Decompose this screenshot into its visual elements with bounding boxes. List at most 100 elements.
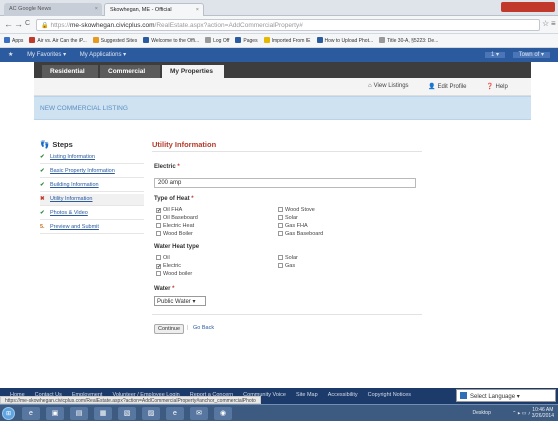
browser-tab-skowhegan[interactable]: Skowhegan, ME - Official ×: [104, 3, 204, 16]
taskbar-app-icon[interactable]: ▣: [46, 407, 64, 420]
tab-commercial[interactable]: Commercial: [100, 65, 160, 78]
water-select[interactable]: Public Water ▾: [154, 296, 206, 306]
url-input[interactable]: 🔒 https://me-skowhegan.civicplus.com/Real…: [36, 19, 540, 31]
checkbox-label: Electric: [163, 263, 182, 269]
desktop-toolbar[interactable]: Desktop: [473, 410, 491, 416]
checkbox-label: Solar: [285, 215, 298, 221]
checkbox-option[interactable]: Gas: [278, 263, 295, 269]
bookmark-label: Welcome to the Offi...: [151, 38, 200, 44]
bookmark-item[interactable]: Imported From IE: [263, 37, 311, 44]
browser-tab-bar: AC Google News × Skowhegan, ME - Official…: [0, 0, 558, 16]
checkbox[interactable]: [278, 263, 283, 268]
bookmark-label: Title 30-A, §5223: De...: [387, 38, 439, 44]
step-item[interactable]: ✖ Utility Information: [40, 194, 144, 206]
taskbar-app-icon[interactable]: e: [22, 407, 40, 420]
bookmark-item[interactable]: Air vs. Air Can the iP...: [29, 37, 87, 44]
checkbox-option[interactable]: Wood Boiler: [156, 231, 193, 237]
system-tray: Desktop ⌃ ▸ ▭ ♪ 10:46 AM 3/26/2014: [473, 407, 554, 419]
close-icon[interactable]: ×: [196, 7, 199, 13]
checkbox-option[interactable]: Electric Heat: [156, 223, 194, 229]
checkbox-option[interactable]: Gas Baseboard: [278, 231, 323, 237]
electric-field[interactable]: 200 amp: [154, 178, 416, 188]
check-icon: ✔: [40, 210, 45, 216]
step-item[interactable]: ✔ Photos & Video: [40, 208, 144, 220]
bookmark-item[interactable]: How to Upload Phot...: [316, 37, 373, 44]
edit-profile-link[interactable]: 👤 Edit Profile: [428, 83, 467, 90]
error-icon: ✖: [40, 196, 45, 202]
bookmark-item[interactable]: Welcome to the Offi...: [143, 37, 199, 44]
check-icon: ✔: [40, 168, 45, 174]
taskbar-app-icon[interactable]: ▦: [94, 407, 112, 420]
help-link[interactable]: ❓ Help: [486, 83, 508, 90]
checkbox[interactable]: [278, 223, 283, 228]
checkbox[interactable]: ✔: [156, 264, 161, 270]
browser-tab-google-news[interactable]: AC Google News ×: [4, 3, 102, 16]
taskbar-app-icon[interactable]: ▨: [142, 407, 160, 420]
star-icon[interactable]: ☆: [542, 19, 549, 28]
clock[interactable]: 10:46 AM 3/26/2014: [532, 407, 554, 419]
checkbox-option[interactable]: Gas FHA: [278, 223, 308, 229]
checkbox[interactable]: [156, 215, 161, 220]
listing-form-area: 👣 Steps ✔ Listing Information ✔ Basic Proper…: [34, 120, 531, 388]
bookmark-label: Imported From IE: [271, 38, 311, 44]
bookmarks-bar: Apps Air vs. Air Can the iP... Suggested S…: [0, 34, 558, 48]
step-item[interactable]: ✔ Basic Property Information: [40, 166, 144, 178]
checkbox[interactable]: [278, 255, 283, 260]
checkbox[interactable]: [156, 231, 161, 236]
town-dropdown[interactable]: Town of ▾: [512, 52, 550, 58]
water-heat-label: Water Heat type: [154, 244, 200, 250]
footer-link[interactable]: Site Map: [296, 392, 318, 398]
checkbox-option[interactable]: Solar: [278, 255, 298, 261]
language-select[interactable]: Select Language ▾: [456, 389, 556, 402]
footer-link[interactable]: Accessibility: [328, 392, 358, 398]
taskbar-app-icon[interactable]: e: [166, 407, 184, 420]
checkbox[interactable]: [278, 231, 283, 236]
checkbox-option[interactable]: ✔ Electric: [156, 263, 182, 270]
menu-icon[interactable]: ≡: [551, 19, 556, 28]
view-listings-link[interactable]: ⌂ View Listings: [368, 83, 409, 89]
bookmark-icon: [143, 37, 150, 43]
my-favorites-menu[interactable]: My Favorites ▾: [27, 51, 66, 58]
reload-icon[interactable]: C: [25, 20, 30, 27]
step-item[interactable]: ✔ Building Information: [40, 180, 144, 192]
taskbar-app-icon[interactable]: ▧: [118, 407, 136, 420]
taskbar-app-icon[interactable]: ◉: [214, 407, 232, 420]
notification-dropdown[interactable]: 1 ▾: [484, 52, 505, 58]
checkbox[interactable]: [156, 223, 161, 228]
checkbox[interactable]: [156, 271, 161, 276]
footer-link[interactable]: Copyright Notices: [368, 392, 411, 398]
checkbox-option[interactable]: Wood Stove: [278, 207, 315, 213]
bookmark-item[interactable]: Apps: [4, 37, 23, 44]
checkbox-option[interactable]: Wood boiler: [156, 271, 192, 277]
checkbox[interactable]: [156, 255, 161, 260]
go-back-link[interactable]: Go Back: [193, 325, 214, 331]
checkbox-option[interactable]: Solar: [278, 215, 298, 221]
bookmark-item[interactable]: Pages: [235, 37, 258, 44]
checkbox-option[interactable]: ✔ Oil FHA: [156, 207, 182, 214]
back-icon[interactable]: ←: [4, 19, 13, 29]
step-item[interactable]: ✔ Listing Information: [40, 152, 144, 164]
checkbox[interactable]: [278, 207, 283, 212]
checkbox[interactable]: ✔: [156, 208, 161, 214]
checkbox-option[interactable]: Oil Baseboard: [156, 215, 198, 221]
bookmark-label: Suggested Sites: [100, 38, 138, 44]
taskbar-app-icon[interactable]: ✉: [190, 407, 208, 420]
checkbox-option[interactable]: Oil: [156, 255, 170, 261]
checkbox[interactable]: [278, 215, 283, 220]
tray-icons[interactable]: ⌃ ▸ ▭ ♪: [512, 410, 530, 416]
tab-residential[interactable]: Residential: [42, 65, 98, 78]
continue-button[interactable]: Continue: [154, 324, 184, 334]
taskbar-app-icon[interactable]: ▤: [70, 407, 88, 420]
bookmark-icon: [92, 37, 99, 43]
start-button[interactable]: ⊞: [2, 407, 15, 420]
bookmark-item[interactable]: Suggested Sites: [92, 37, 138, 44]
my-applications-menu[interactable]: My Applications ▾: [80, 51, 126, 58]
tab-my-properties[interactable]: My Properties: [162, 65, 224, 78]
step-item[interactable]: 5. Preview and Submit: [40, 222, 144, 234]
window-buttons[interactable]: [501, 2, 555, 12]
forward-icon[interactable]: →: [14, 19, 23, 29]
close-icon[interactable]: ×: [95, 6, 98, 12]
bookmark-item[interactable]: Log Off: [205, 37, 229, 44]
bookmark-item[interactable]: Title 30-A, §5223: De...: [379, 37, 438, 44]
step-label: Utility Information: [50, 196, 93, 202]
